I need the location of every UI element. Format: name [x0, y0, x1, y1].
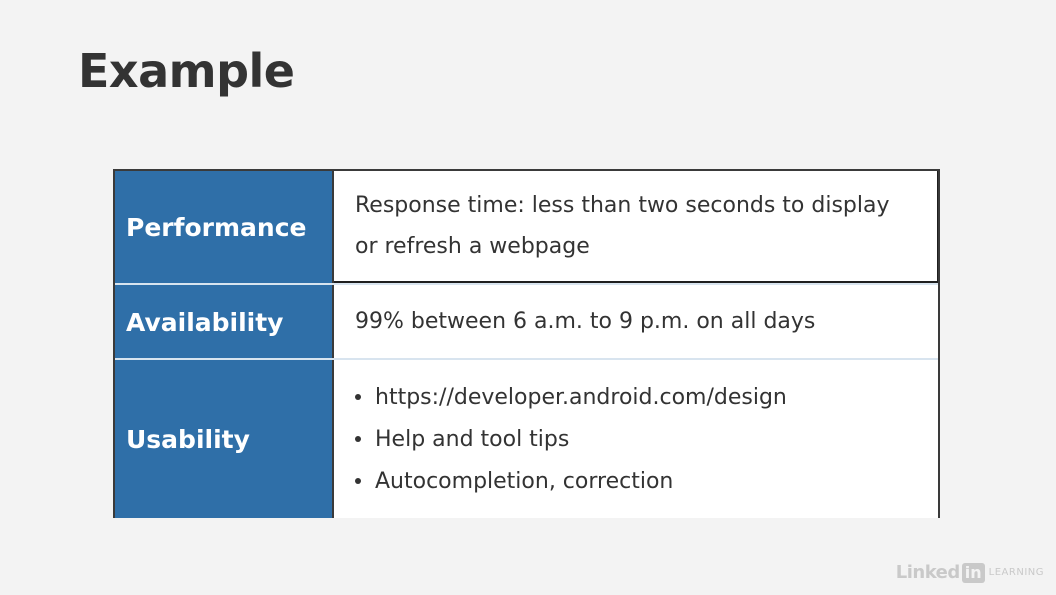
- list-item: https://developer.android.com/design: [355, 376, 787, 418]
- usability-bullet-list: https://developer.android.com/design Hel…: [355, 376, 787, 502]
- availability-description: 99% between 6 a.m. to 9 p.m. on all days: [355, 309, 816, 334]
- logo-word-linked: Linked: [895, 562, 961, 583]
- row-value-usability: https://developer.android.com/design Hel…: [334, 360, 938, 518]
- bullet-text: https://developer.android.com/design: [375, 384, 787, 410]
- row-label-availability: Availability: [115, 285, 334, 360]
- slide-title: Example: [78, 44, 295, 98]
- bullet-text: Help and tool tips: [375, 426, 570, 452]
- bullet-text: Autocompletion, correction: [375, 468, 674, 494]
- logo-word-in: in: [961, 562, 985, 583]
- bullet-dot-icon: [355, 478, 361, 484]
- bullet-dot-icon: [355, 394, 361, 400]
- list-item: Help and tool tips: [355, 418, 787, 460]
- requirements-table: Performance Response time: less than two…: [113, 169, 940, 518]
- row-value-availability: 99% between 6 a.m. to 9 p.m. on all days: [334, 285, 938, 360]
- table-row-availability: Availability 99% between 6 a.m. to 9 p.m…: [115, 283, 938, 360]
- table-row-performance: Performance Response time: less than two…: [115, 171, 938, 283]
- linkedin-learning-logo: Linked in LEARNING: [896, 562, 1044, 583]
- row-label-usability: Usability: [115, 360, 334, 518]
- list-item: Autocompletion, correction: [355, 460, 787, 502]
- row-label-performance: Performance: [115, 171, 334, 283]
- bullet-dot-icon: [355, 436, 361, 442]
- performance-description: Response time: less than two seconds to …: [355, 193, 890, 259]
- table-row-usability: Usability https://developer.android.com/…: [115, 358, 938, 518]
- row-value-performance: Response time: less than two seconds to …: [334, 171, 938, 283]
- logo-word-learning: LEARNING: [988, 567, 1044, 578]
